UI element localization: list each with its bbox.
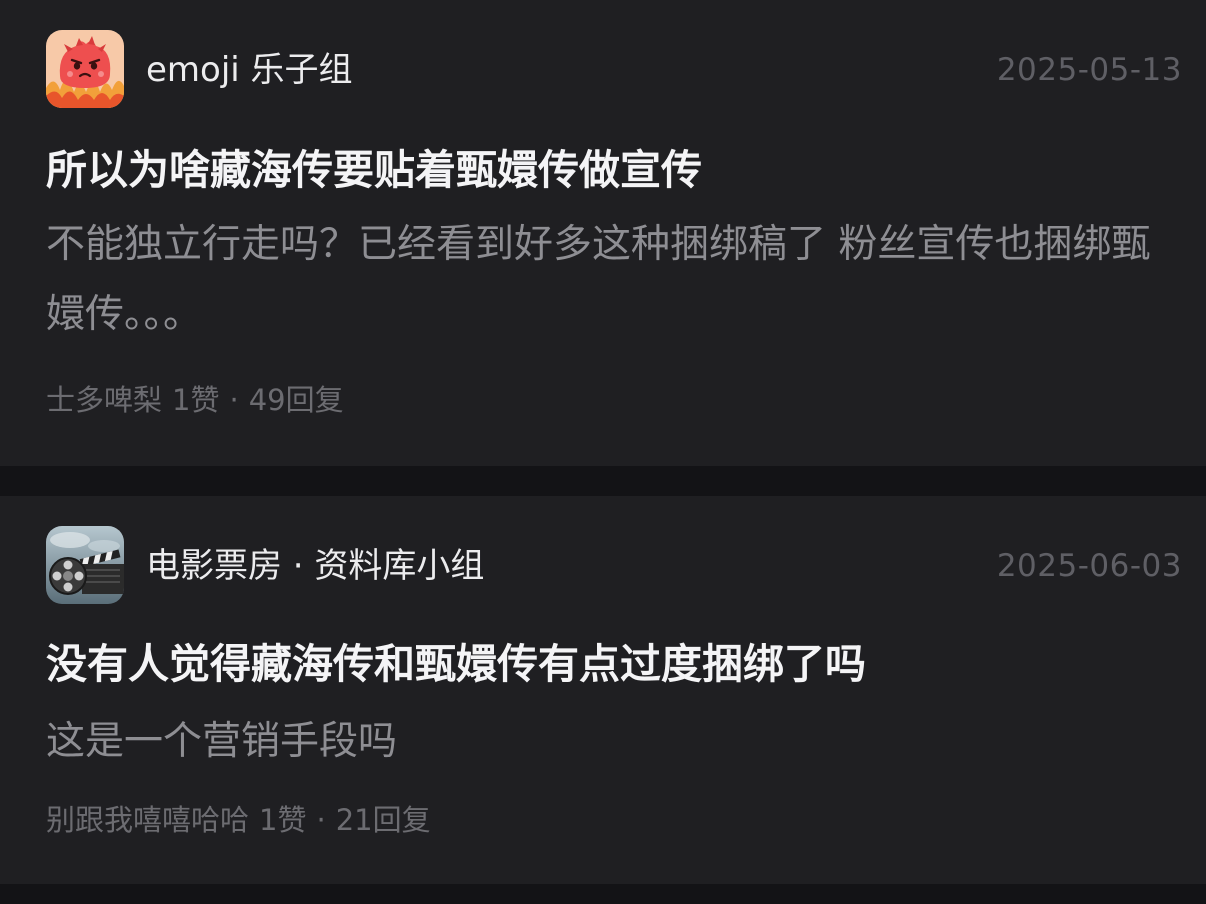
- post-feed: emoji 乐子组 2025-05-13 所以为啥藏海传要贴着甄嬛传做宣传 不能…: [0, 0, 1206, 904]
- author-name[interactable]: 别跟我嘻嘻哈哈: [46, 800, 249, 840]
- post-date: 2025-05-13: [996, 52, 1182, 88]
- reply-count: 49回复: [248, 383, 344, 417]
- group-avatar[interactable]: [46, 526, 124, 604]
- post-title[interactable]: 没有人觉得藏海传和甄嬛传有点过度捆绑了吗: [46, 636, 1166, 692]
- film-reel-clapperboard-icon: [46, 526, 124, 604]
- group-name[interactable]: 电影票房 · 资料库小组: [146, 526, 484, 606]
- group-name[interactable]: emoji 乐子组: [146, 30, 353, 110]
- post-header: emoji 乐子组 2025-05-13: [46, 30, 1182, 110]
- post-card[interactable]: emoji 乐子组 2025-05-13 所以为啥藏海传要贴着甄嬛传做宣传 不能…: [0, 0, 1206, 466]
- post-meta: 士多啤梨 1赞 · 49回复: [46, 380, 344, 420]
- red-fire-monster-icon: [46, 30, 124, 108]
- like-count: 1赞: [259, 803, 307, 837]
- like-count: 1赞: [172, 383, 220, 417]
- post-date: 2025-06-03: [996, 548, 1182, 584]
- post-body[interactable]: 不能独立行走吗？已经看到好多这种捆绑稿了 粉丝宣传也捆绑甄嬛传。。。: [46, 210, 1156, 350]
- post-meta: 别跟我嘻嘻哈哈 1赞 · 21回复: [46, 800, 431, 840]
- author-name[interactable]: 士多啤梨: [46, 380, 162, 420]
- post-title[interactable]: 所以为啥藏海传要贴着甄嬛传做宣传: [46, 142, 1166, 198]
- meta-separator: ·: [316, 803, 326, 837]
- reply-count: 21回复: [335, 803, 431, 837]
- group-avatar[interactable]: [46, 30, 124, 108]
- post-body[interactable]: 这是一个营销手段吗: [46, 707, 1156, 777]
- meta-separator: ·: [229, 383, 239, 417]
- post-card[interactable]: 电影票房 · 资料库小组 2025-06-03 没有人觉得藏海传和甄嬛传有点过度…: [0, 496, 1206, 884]
- post-header: 电影票房 · 资料库小组 2025-06-03: [46, 526, 1182, 606]
